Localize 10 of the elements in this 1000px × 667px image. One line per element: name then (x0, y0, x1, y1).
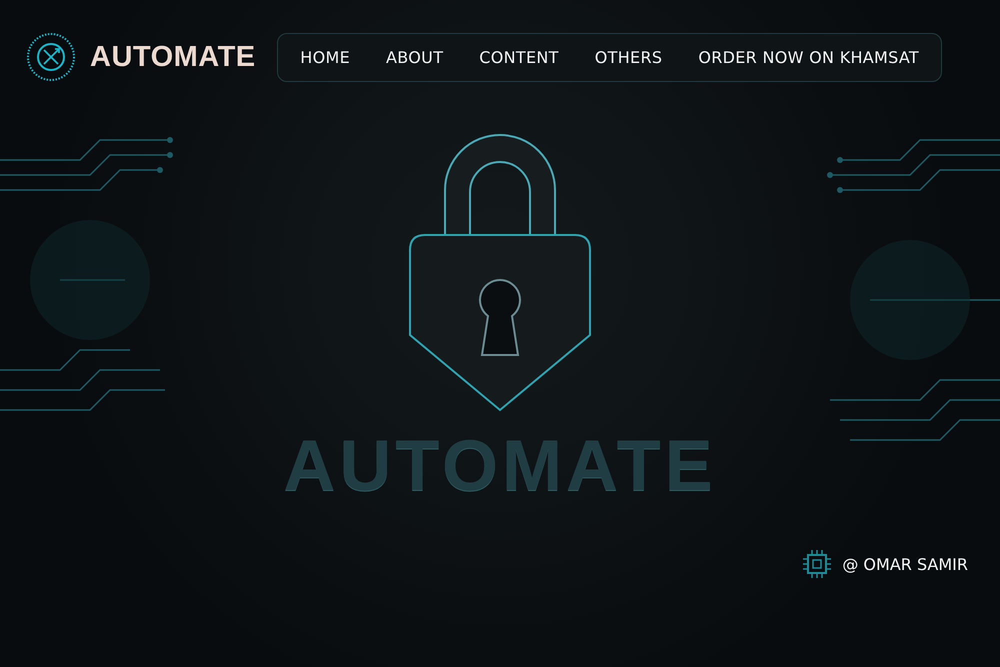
nav-link[interactable]: ABOUT (386, 48, 444, 66)
author-credit: @ OMAR SAMIR (842, 554, 968, 574)
nav-link[interactable]: OTHERS (594, 48, 662, 66)
brand-name: AUTOMATE (90, 40, 256, 74)
logo-icon (26, 32, 76, 82)
nav-link[interactable]: ORDER NOW ON KHAMSAT (698, 48, 919, 66)
nav-link[interactable]: HOME (300, 48, 350, 66)
hero-title: AUTOMATE (283, 430, 717, 502)
chip-icon (802, 549, 832, 579)
nav-link[interactable]: CONTENT (479, 48, 559, 66)
